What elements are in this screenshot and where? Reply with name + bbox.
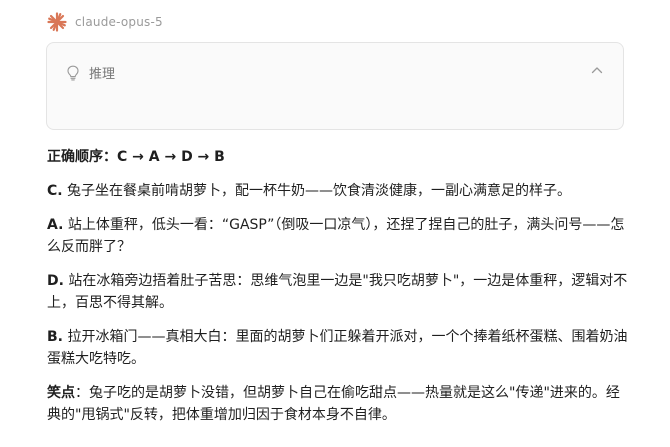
reasoning-panel[interactable]: 推理 (46, 42, 624, 130)
panel-text: 站上体重秤，低头一看：“GASP”（倒吸一口凉气），还捏了捏自己的肚子，满头问号… (47, 217, 625, 255)
panel-text: 站在冰箱旁边捂着肚子苦思：思维气泡里一边是"我只吃胡萝卜"，一边是体重秤，逻辑对… (47, 273, 628, 311)
order-label: 正确顺序： (47, 149, 117, 165)
punchline: 笑点：兔子吃的是胡萝卜没错，但胡萝卜自己在偷吃甜点——热量就是这么"传递"进来的… (47, 382, 632, 426)
claude-sunburst-icon (47, 12, 67, 32)
model-name: claude-opus-5 (75, 15, 163, 29)
chevron-up-icon[interactable] (591, 66, 603, 74)
correct-order: 正确顺序：C → A → D → B (47, 146, 632, 168)
punchline-text: ：兔子吃的是胡萝卜没错，但胡萝卜自己在偷吃甜点——热量就是这么"传递"进来的。经… (47, 385, 620, 423)
reasoning-toggle[interactable]: 推理 (66, 63, 115, 82)
panel-text: 拉开冰箱门——真相大白：里面的胡萝卜们正躲着开派对，一个个捧着纸杯蛋糕、围着奶油… (47, 329, 628, 367)
panel-b-description: B. 拉开冰箱门——真相大白：里面的胡萝卜们正躲着开派对，一个个捧着纸杯蛋糕、围… (47, 326, 632, 370)
panel-key: D. (47, 273, 64, 289)
panel-text: 兔子坐在餐桌前啃胡萝卜，配一杯牛奶——饮食清淡健康，一副心满意足的样子。 (62, 183, 572, 199)
panel-c-description: C. 兔子坐在餐桌前啃胡萝卜，配一杯牛奶——饮食清淡健康，一副心满意足的样子。 (47, 180, 632, 202)
panel-d-description: D. 站在冰箱旁边捂着肚子苦思：思维气泡里一边是"我只吃胡萝卜"，一边是体重秤，… (47, 270, 632, 314)
panel-key: B. (47, 329, 63, 345)
panel-a-description: A. 站上体重秤，低头一看：“GASP”（倒吸一口凉气），还捏了捏自己的肚子，满… (47, 214, 632, 258)
message-header: claude-opus-5 (47, 11, 163, 33)
lightbulb-icon (67, 65, 79, 80)
order-value: C → A → D → B (117, 149, 225, 165)
answer-body: 正确顺序：C → A → D → B C. 兔子坐在餐桌前啃胡萝卜，配一杯牛奶—… (47, 146, 632, 438)
panel-key: C. (47, 183, 63, 199)
punchline-key: 笑点 (47, 385, 75, 401)
reasoning-label: 推理 (89, 67, 116, 82)
panel-key: A. (47, 217, 64, 233)
